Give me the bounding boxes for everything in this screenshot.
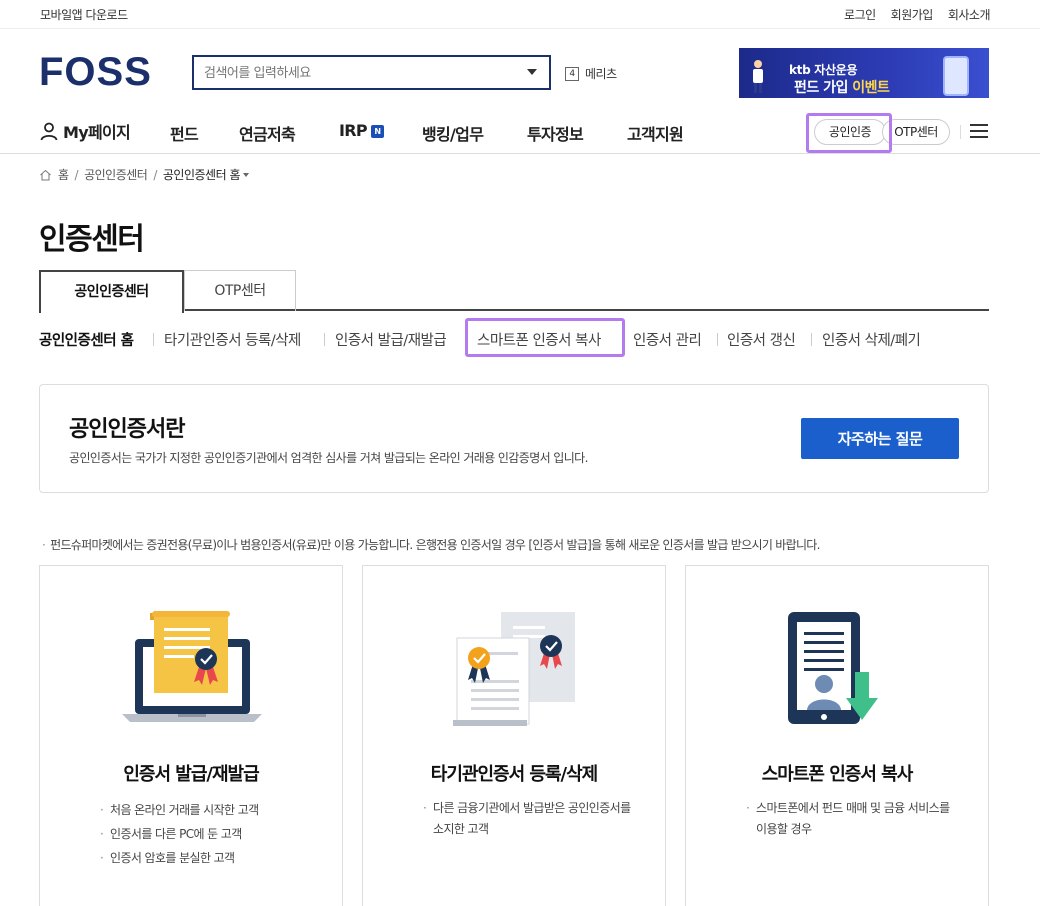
subtab-divider <box>324 333 325 346</box>
page-title: 인증센터 <box>39 222 145 257</box>
info-title: 공인인증서란 <box>69 417 185 442</box>
notice-text: 펀드슈퍼마켓에서는 증권전용(무료)이나 범용인증서(유료)만 이용 가능합니다… <box>42 536 820 553</box>
menu-icon[interactable] <box>970 124 988 138</box>
promo-banner[interactable]: ktb 자산운용 펀드 가입 이벤트 <box>739 48 989 98</box>
tab-bar: 공인인증센터 OTP센터 <box>39 270 989 313</box>
breadcrumb-separator: / <box>153 167 157 182</box>
nav-mypage-label: My페이지 <box>63 123 131 142</box>
breadcrumb-current[interactable]: 공인인증센터 홈 <box>163 166 249 183</box>
card-other-cert-title: 타기관인증서 등록/삭제 <box>430 764 598 785</box>
list-item: 다른 금융기관에서 발급받은 공인인증서를 소지한 고객 <box>423 798 633 840</box>
card-issue[interactable]: 인증서 발급/재발급 처음 온라인 거래를 시작한 고객 인증서를 다른 PC에… <box>39 565 343 906</box>
utility-links: 로그인 회원가입 회사소개 <box>844 6 990 23</box>
search-box <box>192 55 551 90</box>
search-keyword-ticker[interactable]: 4 메리츠 <box>565 65 617 82</box>
card-smartphone-copy[interactable]: 스마트폰 인증서 복사 스마트폰에서 펀드 매매 및 금융 서비스를 이용할 경… <box>685 565 989 906</box>
documents-certificate-icon <box>453 612 575 726</box>
signup-link[interactable]: 회원가입 <box>891 6 934 23</box>
tab-otp-center[interactable]: OTP센터 <box>184 270 296 311</box>
person-illustration-icon <box>753 60 763 93</box>
info-description: 공인인증서는 국가가 지정한 공인인증기관에서 엄격한 심사를 거쳐 발급되는 … <box>69 451 588 465</box>
nav-irp-label: IRP <box>339 121 368 140</box>
subtab-highlight <box>465 318 625 357</box>
info-box: 공인인증서란 공인인증서는 국가가 지정한 공인인증기관에서 엄격한 심사를 거… <box>39 384 989 493</box>
utility-bar: 모바일앱 다운로드 로그인 회원가입 회사소개 <box>0 0 1040 29</box>
subtab-renew[interactable]: 인증서 갱신 <box>727 329 796 350</box>
breadcrumb-home[interactable]: 홈 <box>58 166 69 183</box>
search-input[interactable] <box>204 64 504 82</box>
mobile-app-download-link[interactable]: 모바일앱 다운로드 <box>40 6 128 23</box>
banner-event-highlight: 이벤트 <box>852 80 890 96</box>
user-icon <box>40 122 58 141</box>
card-issue-title: 인증서 발급/재발급 <box>123 764 259 785</box>
otp-center-button[interactable]: OTP센터 <box>882 119 950 145</box>
card-issue-list: 처음 온라인 거래를 시작한 고객 인증서를 다른 PC에 둔 고객 인증서 암… <box>100 798 259 870</box>
nav-item-banking[interactable]: 뱅킹/업무 <box>422 121 484 145</box>
new-badge: N <box>370 125 384 138</box>
subtab-cert-home[interactable]: 공인인증센터 홈 <box>39 329 134 350</box>
breadcrumb-current-label: 공인인증센터 홈 <box>162 168 241 182</box>
subtab-issue[interactable]: 인증서 발급/재발급 <box>335 329 447 350</box>
caret-down-icon <box>243 173 249 177</box>
subtab-divider <box>717 333 718 346</box>
smartphone-download-icon <box>788 612 878 724</box>
card-other-cert-list: 다른 금융기관에서 발급받은 공인인증서를 소지한 고객 <box>423 798 633 840</box>
banner-event-text: 펀드 가입 이벤트 <box>794 77 890 97</box>
login-link[interactable]: 로그인 <box>844 6 876 23</box>
breadcrumb-level1[interactable]: 공인인증센터 <box>84 166 148 183</box>
breadcrumb: 홈 / 공인인증센터 / 공인인증센터 홈 <box>39 166 249 183</box>
subtab-divider <box>811 333 812 346</box>
list-item: 인증서를 다른 PC에 둔 고객 <box>100 822 259 846</box>
nav-item-irp[interactable]: IRP N <box>339 121 384 140</box>
laptop-certificate-icon <box>122 611 262 722</box>
list-item: 스마트폰에서 펀드 매매 및 금융 서비스를 이용할 경우 <box>746 798 956 840</box>
subtab-manage[interactable]: 인증서 관리 <box>633 329 702 350</box>
list-item: 처음 온라인 거래를 시작한 고객 <box>100 798 259 822</box>
card-other-cert[interactable]: 타기관인증서 등록/삭제 다른 금융기관에서 발급받은 공인인증서를 소지한 고… <box>362 565 666 906</box>
nav-item-pension[interactable]: 연금저축 <box>239 121 296 145</box>
subtab-divider <box>153 333 154 346</box>
nav-item-support[interactable]: 고객지원 <box>627 121 684 145</box>
list-item: 인증서 암호를 분실한 고객 <box>100 846 259 870</box>
site-logo[interactable]: FOSS <box>39 52 152 92</box>
card-smartphone-list: 스마트폰에서 펀드 매매 및 금융 서비스를 이용할 경우 <box>746 798 956 840</box>
company-intro-link[interactable]: 회사소개 <box>948 6 991 23</box>
nav-item-mypage[interactable]: My페이지 <box>39 119 131 143</box>
phone-illustration-icon <box>943 56 969 96</box>
nav-divider <box>960 125 961 139</box>
nav-item-invest-info[interactable]: 투자정보 <box>527 121 584 145</box>
banner-event-prefix: 펀드 가입 <box>794 80 853 96</box>
home-icon[interactable] <box>39 169 52 181</box>
subtab-other-cert[interactable]: 타기관인증서 등록/삭제 <box>164 329 301 350</box>
card-smartphone-title: 스마트폰 인증서 복사 <box>761 764 914 785</box>
keyword-text: 메리츠 <box>585 67 617 81</box>
keyword-rank: 4 <box>565 66 579 81</box>
cert-button-highlight <box>806 113 892 153</box>
subtab-delete[interactable]: 인증서 삭제/폐기 <box>822 329 921 350</box>
banner-brand: ktb 자산운용 <box>789 63 858 77</box>
nav-item-fund[interactable]: 펀드 <box>170 121 199 145</box>
chevron-down-icon[interactable] <box>527 69 537 75</box>
tab-cert-center[interactable]: 공인인증센터 <box>39 270 184 313</box>
breadcrumb-separator: / <box>74 167 79 182</box>
faq-button[interactable]: 자주하는 질문 <box>801 418 959 459</box>
